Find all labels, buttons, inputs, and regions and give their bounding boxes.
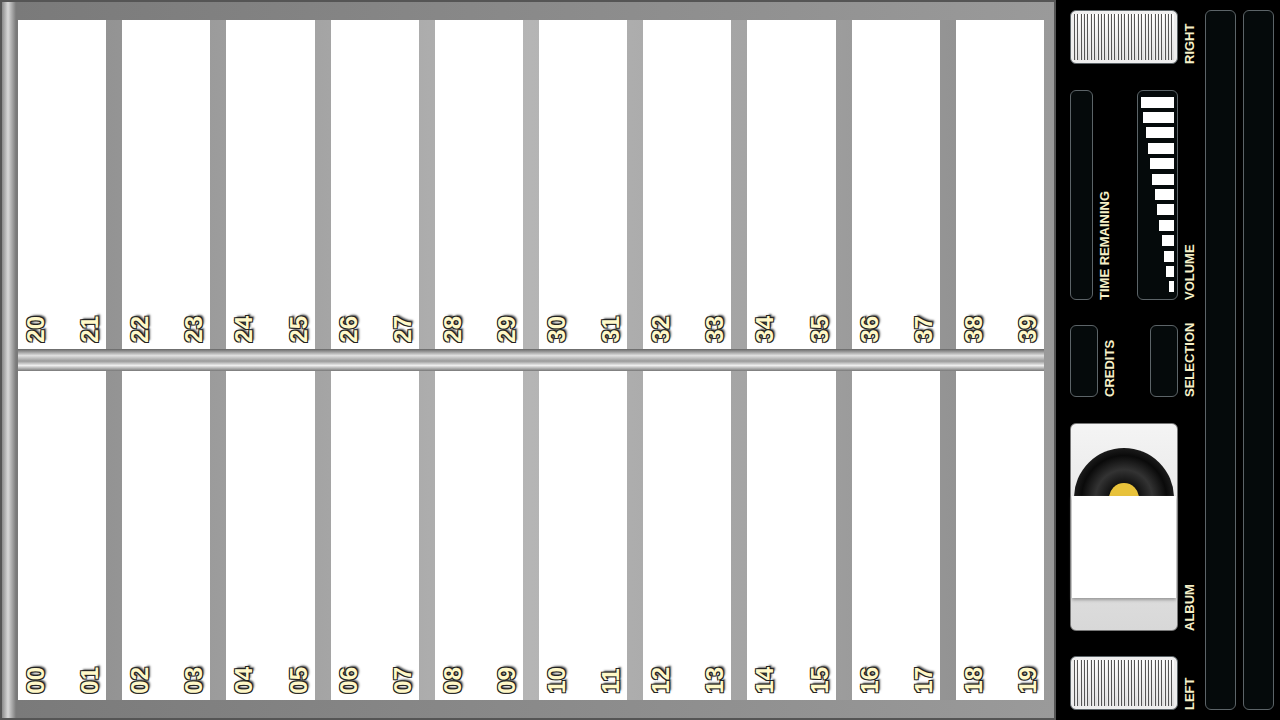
selection-number: 25 xyxy=(287,316,311,343)
side-display xyxy=(1205,10,1236,710)
title-strip[interactable]: 28 29 xyxy=(435,20,523,349)
selection-number: 15 xyxy=(808,667,832,694)
selection-number: 27 xyxy=(391,316,415,343)
time-remaining-display xyxy=(1070,90,1093,300)
title-strip[interactable]: 00 01 xyxy=(18,371,106,700)
title-strip[interactable]: 14 15 xyxy=(747,371,835,700)
selection-number: 30 xyxy=(545,316,569,343)
selection-number: 12 xyxy=(649,667,673,694)
selection-number: 06 xyxy=(337,667,361,694)
selection-number: 10 xyxy=(545,667,569,694)
selection-number: 33 xyxy=(703,316,727,343)
time-remaining-label: TIME REMAINING xyxy=(1097,90,1113,300)
selection-number: 01 xyxy=(78,667,102,694)
volume-label: VOLUME xyxy=(1182,90,1198,300)
slot-row: 0001020304050607080910111213141516171819 xyxy=(18,371,1044,700)
title-strip[interactable]: 02 03 xyxy=(122,371,210,700)
title-strip[interactable]: 1617 xyxy=(852,371,940,700)
selection-number: 16 xyxy=(858,667,882,694)
selection-number: 21 xyxy=(78,316,102,343)
title-strip[interactable]: 34 35 xyxy=(747,20,835,349)
vinyl-record-icon xyxy=(1074,448,1174,496)
selection-number: 00 xyxy=(24,667,48,694)
selection-number: 39 xyxy=(1016,316,1040,343)
title-strip[interactable]: 12 13 xyxy=(643,371,731,700)
left-channel-meter xyxy=(1070,656,1178,710)
selection-number: 31 xyxy=(599,316,623,343)
title-strip[interactable]: 10 11 xyxy=(539,371,627,700)
title-strip[interactable]: 08 09 xyxy=(435,371,523,700)
selection-number: 02 xyxy=(128,667,152,694)
row-divider xyxy=(18,349,1044,371)
selection-number: 11 xyxy=(599,667,623,694)
selection-number: 17 xyxy=(912,667,936,694)
selection-number: 23 xyxy=(182,316,206,343)
title-strip[interactable]: 06 07 xyxy=(331,371,419,700)
title-strip[interactable]: 26 27 xyxy=(331,20,419,349)
selection-number: 35 xyxy=(808,316,832,343)
selection-number: 13 xyxy=(703,667,727,694)
selection-number: 38 xyxy=(962,316,986,343)
jukebox-screen: 2021222324252627282930313233343536373839… xyxy=(0,0,1280,720)
record-sleeve xyxy=(1072,496,1176,598)
selection-number: 36 xyxy=(858,316,882,343)
title-strip[interactable]: 04 05 xyxy=(226,371,314,700)
selection-display xyxy=(1150,325,1178,397)
selection-number: 09 xyxy=(495,667,519,694)
selection-number: 19 xyxy=(1016,667,1040,694)
credits-label: CREDITS xyxy=(1102,325,1118,397)
selection-number: 37 xyxy=(912,316,936,343)
selection-cabinet: 2021222324252627282930313233343536373839… xyxy=(0,0,1056,720)
side-display xyxy=(1243,10,1274,710)
album-label: ALBUM xyxy=(1182,423,1198,631)
selection-number: 03 xyxy=(182,667,206,694)
title-strip[interactable]: 32 33 xyxy=(643,20,731,349)
title-strip[interactable]: 36 37 xyxy=(852,20,940,349)
selection-number: 04 xyxy=(232,667,256,694)
volume-meter[interactable] xyxy=(1137,90,1178,300)
title-strip[interactable]: 2021 xyxy=(18,20,106,349)
right-label: RIGHT xyxy=(1182,10,1198,64)
selection-number: 18 xyxy=(962,667,986,694)
title-strip[interactable]: 38 39 xyxy=(956,20,1044,349)
slot-row: 2021222324252627282930313233343536373839 xyxy=(18,20,1044,349)
selection-label: SELECTION xyxy=(1182,325,1198,397)
right-channel-meter xyxy=(1070,10,1178,64)
selection-number: 14 xyxy=(753,667,777,694)
selection-number: 24 xyxy=(232,316,256,343)
selection-number: 22 xyxy=(128,316,152,343)
album-art xyxy=(1070,423,1178,631)
selection-number: 26 xyxy=(337,316,361,343)
title-strip[interactable]: 24 25 xyxy=(226,20,314,349)
left-label: LEFT xyxy=(1182,656,1198,710)
selection-number: 07 xyxy=(391,667,415,694)
title-strip[interactable]: 1819 xyxy=(956,371,1044,700)
selection-number: 08 xyxy=(441,667,465,694)
selection-number: 20 xyxy=(24,316,48,343)
control-panel: RIGHT TIME REMAINING VOLUME CREDITS SELECTIO… xyxy=(1056,0,1280,720)
selection-number: 28 xyxy=(441,316,465,343)
selection-number: 05 xyxy=(287,667,311,694)
title-strip[interactable]: 22 23 xyxy=(122,20,210,349)
title-strip[interactable]: 30 31 xyxy=(539,20,627,349)
selection-number: 32 xyxy=(649,316,673,343)
credits-display xyxy=(1070,325,1098,397)
selection-number: 34 xyxy=(753,316,777,343)
selection-number: 29 xyxy=(495,316,519,343)
